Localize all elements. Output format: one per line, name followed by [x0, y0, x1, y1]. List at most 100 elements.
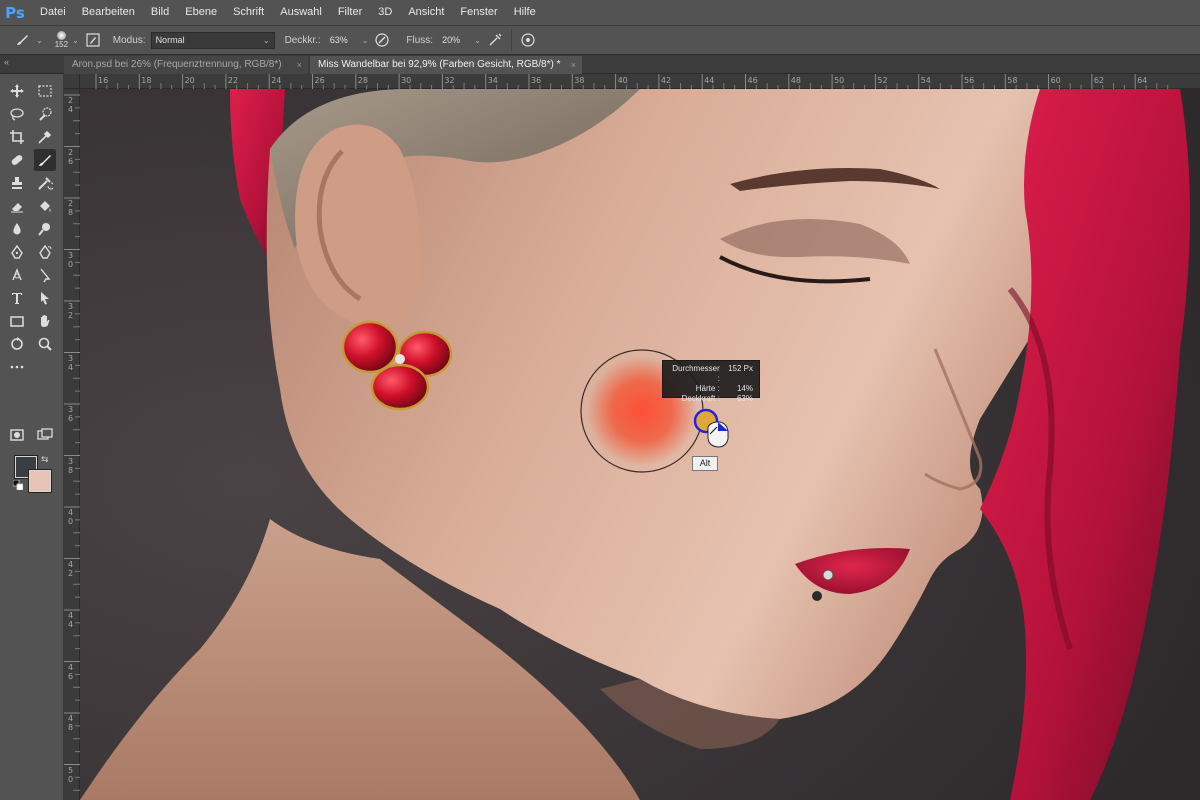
menu-items: Datei Bearbeiten Bild Ebene Schrift Ausw… [30, 0, 542, 25]
earring-gem [341, 320, 399, 374]
quick-mask-button[interactable] [6, 424, 28, 446]
dodge-tool[interactable] [34, 218, 56, 240]
horizontal-ruler[interactable]: 16 18 20 22 24 26 28 30 32 34 36 38 40 42 44 46 48 50 52 54… [80, 74, 1200, 89]
type-tool[interactable] [6, 287, 28, 309]
tab-label: Miss Wandelbar bei 92,9% (Farben Gesicht… [318, 59, 561, 70]
alt-key-tooltip: Alt [692, 456, 718, 471]
brush-panel-icon[interactable] [83, 30, 103, 50]
options-bar: ⌄ 152 ⌄ Modus: Normal ⌄ Deckkr.: 63% ⌄ F… [0, 25, 1200, 55]
marquee-tool[interactable] [34, 80, 56, 102]
path-selection-tool[interactable] [34, 287, 56, 309]
quick-selection-tool[interactable] [34, 103, 56, 125]
water-drop-icon [13, 223, 21, 235]
rotate-view-tool[interactable] [6, 333, 28, 355]
clone-stamp-tool[interactable] [6, 172, 28, 194]
eyedropper-cursor-icon [707, 421, 729, 448]
fluss-input[interactable]: 20% [438, 32, 470, 49]
menu-auswahl[interactable]: Auswahl [274, 0, 328, 25]
menu-ebene[interactable]: Ebene [179, 0, 223, 25]
crop-tool[interactable] [6, 126, 28, 148]
chevron-down-icon[interactable]: ⌄ [36, 36, 43, 45]
document-tab-bar: « Aron.psd bei 26% (Frequenztrennung, RG… [0, 55, 1200, 74]
menu-bearbeiten[interactable]: Bearbeiten [76, 0, 141, 25]
pen-tool[interactable] [6, 241, 28, 263]
chevron-down-icon[interactable]: ⌄ [474, 36, 481, 45]
move-icon [10, 84, 24, 98]
brush-tool-preset-icon[interactable] [12, 30, 32, 50]
menu-filter[interactable]: Filter [332, 0, 368, 25]
swap-colors-icon[interactable]: ⇆ [41, 454, 51, 464]
move-tool[interactable] [6, 80, 28, 102]
chevron-down-icon[interactable]: ⌄ [362, 36, 369, 45]
rectangle-tool[interactable] [6, 310, 28, 332]
history-brush-tool[interactable] [34, 172, 56, 194]
ruler-label: 34 [487, 76, 498, 85]
ruler-label: 16 [98, 76, 109, 85]
pressure-opacity-icon[interactable] [372, 30, 392, 50]
ruler-label: 22 [227, 76, 239, 85]
screen-mode-button[interactable] [34, 424, 56, 446]
brush-size-picker[interactable]: 152 [55, 31, 68, 49]
ruler-label: 50 [834, 76, 845, 85]
curvature-pen-icon [39, 244, 52, 259]
modus-label: Modus: [112, 34, 146, 46]
paint-bucket-icon [40, 201, 51, 212]
ruler-label: 44 [704, 76, 715, 85]
ruler-origin[interactable] [64, 74, 80, 89]
ruler-label: 4 [67, 620, 74, 629]
deckkraft-value: 63% [329, 35, 348, 45]
hand-tool[interactable] [34, 310, 56, 332]
airbrush-icon[interactable] [485, 30, 505, 50]
menu-bild[interactable]: Bild [145, 0, 175, 25]
default-colors-icon[interactable] [13, 480, 23, 490]
pressure-size-icon[interactable] [518, 30, 538, 50]
healing-brush-tool[interactable] [6, 149, 28, 171]
ruler-label: 3 [67, 456, 74, 466]
menu-fenster[interactable]: Fenster [454, 0, 503, 25]
arrow-icon [41, 292, 49, 305]
ruler-label: 28 [357, 76, 368, 85]
edit-toolbar-button[interactable] [6, 356, 28, 378]
brush-tool[interactable] [34, 149, 56, 171]
close-icon[interactable]: × [297, 56, 302, 74]
menu-ansicht[interactable]: Ansicht [402, 0, 450, 25]
ruler-label: 18 [141, 76, 152, 85]
tab-aron[interactable]: Aron.psd bei 26% (Frequenztrennung, RGB/… [64, 56, 308, 74]
eraser-tool[interactable] [6, 195, 28, 217]
menu-datei[interactable]: Datei [34, 0, 72, 25]
ruler-ticks [95, 74, 1169, 89]
menu-3d[interactable]: 3D [372, 0, 398, 25]
photoshop-logo[interactable]: Ps [0, 0, 30, 25]
convert-point-tool[interactable] [34, 264, 56, 286]
ruler-label: 20 [184, 76, 195, 85]
background-color-swatch[interactable] [28, 469, 52, 493]
paint-bucket-tool[interactable] [34, 195, 56, 217]
vertical-ruler[interactable]: 2426283032343638404244464850 [64, 89, 80, 800]
menu-schrift[interactable]: Schrift [227, 0, 270, 25]
hud-diameter-row: Durchmesser : 152 Px [669, 364, 753, 384]
brush-icon [39, 155, 51, 166]
zoom-tool[interactable] [34, 333, 56, 355]
ruler-label: 5 [67, 765, 74, 775]
blur-tool[interactable] [6, 218, 28, 240]
menu-hilfe[interactable]: Hilfe [508, 0, 542, 25]
close-icon[interactable]: × [571, 56, 576, 74]
modus-select[interactable]: Normal ⌄ [150, 31, 275, 49]
deckkraft-input[interactable]: 63% [326, 32, 358, 49]
tab-miss-wandelbar[interactable]: Miss Wandelbar bei 92,9% (Farben Gesicht… [310, 56, 582, 74]
chevron-down-icon[interactable]: ⌄ [72, 36, 79, 45]
document-canvas[interactable]: Durchmesser : 152 Px Härte : 14% Deckkra… [80, 89, 1200, 800]
rotate-view-icon [11, 337, 23, 350]
ruler-label: 62 [1093, 76, 1105, 85]
bandage-icon [11, 155, 23, 165]
anchor-point-tool[interactable] [6, 264, 28, 286]
collapse-toolbar-icon[interactable]: « [4, 57, 9, 67]
eyedropper-tool[interactable] [34, 126, 56, 148]
ruler-label: 3 [67, 250, 74, 260]
ruler-label: 54 [920, 76, 931, 85]
tab-label: Aron.psd bei 26% (Frequenztrennung, RGB/… [72, 59, 282, 70]
ruler-label: 24 [271, 76, 282, 85]
freeform-pen-tool[interactable] [34, 241, 56, 263]
convert-point-icon [40, 268, 51, 283]
lasso-tool[interactable] [6, 103, 28, 125]
